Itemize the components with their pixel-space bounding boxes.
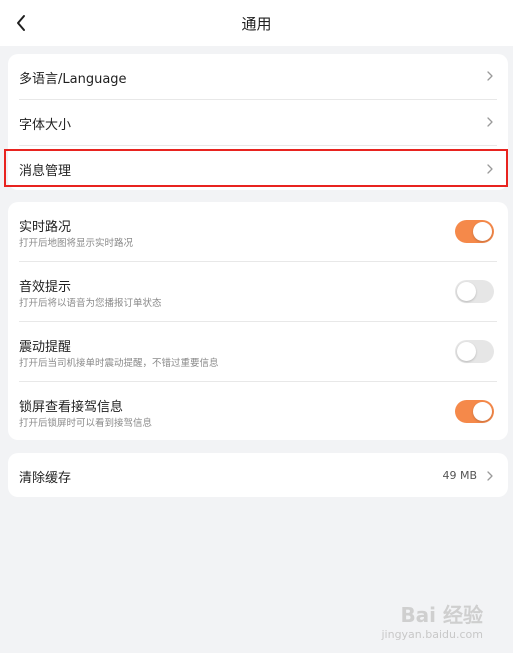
settings-item-label: 音效提示 <box>19 280 72 295</box>
settings-item-label: 多语言/Language <box>19 72 127 87</box>
vibration-alert-toggle[interactable] <box>455 340 494 363</box>
settings-item-description: 打开后地图将显示实时路况 <box>19 238 134 249</box>
settings-item-font-size[interactable]: 字体大小 <box>8 100 508 145</box>
watermark-logo-text: Bai 经验 <box>400 603 483 627</box>
realtime-traffic-toggle[interactable] <box>455 220 494 243</box>
settings-item-description: 打开后锁屏时可以看到接驾信息 <box>19 418 153 429</box>
settings-item-label: 实时路况 <box>19 220 72 235</box>
settings-item-label: 清除缓存 <box>19 471 72 486</box>
settings-item-realtime-traffic: 实时路况 打开后地图将显示实时路况 <box>8 202 508 261</box>
lockscreen-pickup-info-toggle[interactable] <box>455 400 494 423</box>
settings-item-sound-prompt: 音效提示 打开后将以语音为您播报订单状态 <box>8 262 508 321</box>
settings-item-description: 打开后将以语音为您播报订单状态 <box>19 298 162 309</box>
toggle-knob <box>457 282 476 301</box>
watermark-url: jingyan.baidu.com <box>381 628 483 641</box>
toggle-knob <box>457 342 476 361</box>
settings-item-description: 打开后当司机接单时震动提醒，不错过重要信息 <box>19 358 219 369</box>
settings-item-language[interactable]: 多语言/Language <box>8 54 508 99</box>
toggle-knob <box>473 402 492 421</box>
chevron-right-icon <box>487 117 493 127</box>
settings-item-message-management[interactable]: 消息管理 <box>8 146 508 190</box>
cache-size-value: 49 MB <box>442 469 477 482</box>
settings-item-label: 字体大小 <box>19 118 72 133</box>
chevron-right-icon <box>487 164 493 174</box>
chevron-right-icon <box>487 71 493 81</box>
toggle-settings-card: 实时路况 打开后地图将显示实时路况 音效提示 打开后将以语音为您播报订单状态 震… <box>8 202 508 440</box>
page-title: 通用 <box>241 15 272 33</box>
settings-item-label: 锁屏查看接驾信息 <box>19 400 124 415</box>
settings-item-label: 消息管理 <box>19 164 72 179</box>
chevron-right-icon <box>487 471 493 481</box>
cache-card: 清除缓存 49 MB <box>8 453 508 497</box>
general-settings-card: 多语言/Language 字体大小 消息管理 <box>8 54 508 190</box>
settings-item-vibration-alert: 震动提醒 打开后当司机接单时震动提醒，不错过重要信息 <box>8 322 508 381</box>
watermark: Bai 经验 jingyan.baidu.com <box>381 599 483 641</box>
top-bar: 通用 <box>0 0 513 46</box>
toggle-knob <box>473 222 492 241</box>
settings-item-label: 震动提醒 <box>19 340 72 355</box>
sound-prompt-toggle[interactable] <box>455 280 494 303</box>
settings-item-lockscreen-pickup-info: 锁屏查看接驾信息 打开后锁屏时可以看到接驾信息 <box>8 382 508 440</box>
settings-item-clear-cache[interactable]: 清除缓存 49 MB <box>8 453 508 497</box>
